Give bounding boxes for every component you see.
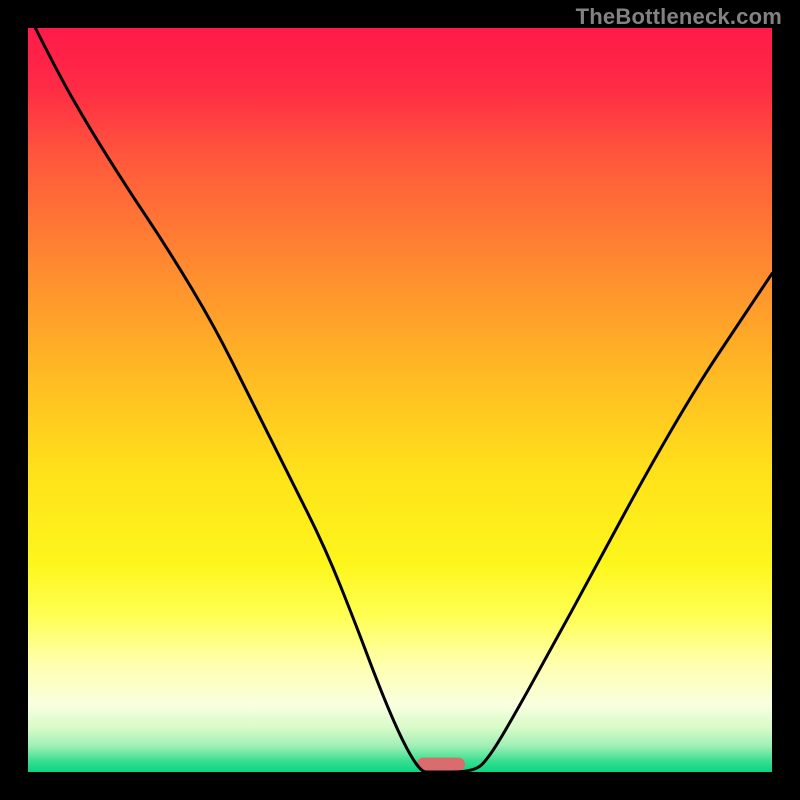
optimal-point-marker <box>417 758 465 771</box>
watermark-text: TheBottleneck.com <box>576 4 782 30</box>
gradient-background <box>28 28 772 772</box>
chart-frame: TheBottleneck.com <box>0 0 800 800</box>
bottleneck-chart <box>0 0 800 800</box>
